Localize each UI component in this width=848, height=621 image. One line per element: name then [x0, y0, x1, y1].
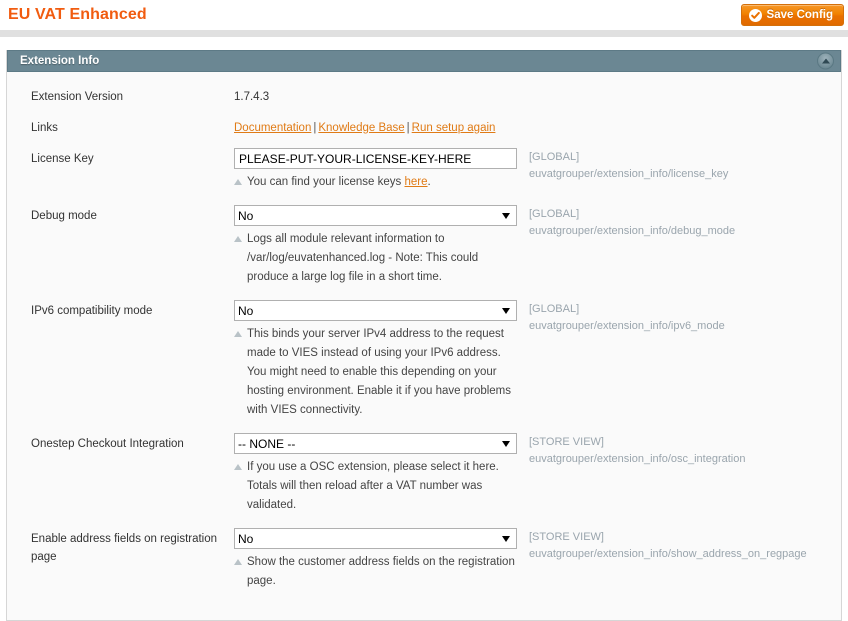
- scope-show-address-on-regpage: [STORE VIEW] euvatgrouper/extension_info…: [517, 528, 841, 563]
- check-circle-icon: [748, 8, 762, 22]
- scope-path-license-key: euvatgrouper/extension_info/license_key: [529, 168, 729, 180]
- link-documentation[interactable]: Documentation: [234, 122, 311, 134]
- scope-ipv6-mode: [GLOBAL] euvatgrouper/extension_info/ipv…: [517, 300, 841, 335]
- scope-links: [517, 117, 841, 118]
- label-osc-integration: Onestep Checkout Integration: [31, 438, 184, 450]
- hint-triangle-icon: [234, 236, 242, 242]
- hint-ipv6-mode: This binds your server IPv4 address to t…: [234, 325, 522, 420]
- save-config-button[interactable]: Save Config: [740, 4, 844, 26]
- hint-osc-integration-text: If you use a OSC extension, please selec…: [247, 461, 499, 511]
- label-show-address-on-regpage: Enable address fields on registration pa…: [31, 533, 218, 563]
- hint-triangle-icon: [234, 331, 242, 337]
- ipv6-mode-select[interactable]: No: [234, 300, 517, 321]
- scope-path-osc-integration: euvatgrouper/extension_info/osc_integrat…: [529, 453, 746, 465]
- osc-integration-select[interactable]: -- NONE --: [234, 433, 517, 454]
- hint-show-address-text: Show the customer address fields on the …: [247, 556, 515, 587]
- show-address-on-regpage-select[interactable]: No: [234, 528, 517, 549]
- osc-integration-select-wrapper: -- NONE --: [234, 433, 517, 454]
- hint-show-address-on-regpage: Show the customer address fields on the …: [234, 553, 522, 591]
- hint-license-key-text-after: .: [427, 176, 431, 188]
- field-row-show-address-on-regpage: Enable address fields on registration pa…: [7, 528, 841, 591]
- page-header: EU VAT Enhanced Save Config: [0, 0, 848, 30]
- chevron-up-glyph: [821, 58, 830, 64]
- field-row-ipv6-mode: IPv6 compatibility mode No This binds yo…: [7, 300, 841, 420]
- scope-license-key: [GLOBAL] euvatgrouper/extension_info/lic…: [517, 148, 841, 183]
- field-row-extension-version: Extension Version 1.7.4.3: [7, 86, 841, 106]
- hint-debug-mode: Logs all module relevant information to …: [234, 230, 522, 287]
- hint-triangle-icon: [234, 179, 242, 185]
- scope-label-ipv6-mode: [GLOBAL]: [529, 303, 580, 315]
- field-row-osc-integration: Onestep Checkout Integration -- NONE -- …: [7, 433, 841, 515]
- header-divider: [0, 30, 848, 37]
- field-row-debug-mode: Debug mode No Logs all module relevant i…: [7, 205, 841, 287]
- debug-mode-select-wrapper: No: [234, 205, 517, 226]
- hint-debug-mode-text: Logs all module relevant information to …: [247, 233, 479, 283]
- scope-path-debug-mode: euvatgrouper/extension_info/debug_mode: [529, 225, 736, 237]
- panel-body: Extension Version 1.7.4.3 Links Document…: [7, 72, 841, 620]
- hint-osc-integration: If you use a OSC extension, please selec…: [234, 458, 522, 515]
- ipv6-mode-select-wrapper: No: [234, 300, 517, 321]
- scope-label-osc-integration: [STORE VIEW]: [529, 436, 604, 448]
- label-debug-mode: Debug mode: [31, 210, 97, 222]
- panel-title: Extension Info: [20, 55, 100, 67]
- scope-path-ipv6-mode: euvatgrouper/extension_info/ipv6_mode: [529, 320, 725, 332]
- chevron-up-icon[interactable]: [817, 52, 834, 70]
- license-key-input[interactable]: [234, 148, 517, 169]
- extension-info-panel: Extension Info Extension Version 1.7.4.3…: [6, 50, 842, 621]
- link-license-keys-here[interactable]: here: [404, 176, 427, 188]
- scope-osc-integration: [STORE VIEW] euvatgrouper/extension_info…: [517, 433, 841, 468]
- value-extension-version: 1.7.4.3: [234, 91, 270, 103]
- scope-debug-mode: [GLOBAL] euvatgrouper/extension_info/deb…: [517, 205, 841, 240]
- label-ipv6-mode: IPv6 compatibility mode: [31, 305, 153, 317]
- page-title: EU VAT Enhanced: [8, 6, 147, 23]
- scope-path-show-address: euvatgrouper/extension_info/show_address…: [529, 548, 807, 560]
- field-row-license-key: License Key You can find your license ke…: [7, 148, 841, 192]
- label-links: Links: [31, 122, 58, 134]
- panel-header[interactable]: Extension Info: [7, 50, 841, 72]
- hint-triangle-icon: [234, 559, 242, 565]
- links-list: Documentation | Knowledge Base | Run setup a…: [234, 117, 517, 137]
- show-address-select-wrapper: No: [234, 528, 517, 549]
- link-knowledge-base[interactable]: Knowledge Base: [318, 122, 404, 134]
- debug-mode-select[interactable]: No: [234, 205, 517, 226]
- save-config-label: Save Config: [766, 9, 833, 21]
- label-extension-version: Extension Version: [31, 91, 124, 103]
- hint-license-key: You can find your license keys here.: [234, 173, 522, 192]
- scope-label-debug-mode: [GLOBAL]: [529, 208, 580, 220]
- field-row-links: Links Documentation | Knowledge Base | Run s…: [7, 117, 841, 137]
- hint-triangle-icon: [234, 464, 242, 470]
- scope-label-license-key: [GLOBAL]: [529, 151, 580, 163]
- label-license-key: License Key: [31, 153, 94, 165]
- hint-ipv6-mode-text: This binds your server IPv4 address to t…: [247, 328, 512, 416]
- link-separator-2: |: [406, 122, 410, 134]
- hint-license-key-text-before: You can find your license keys: [247, 176, 405, 188]
- link-run-setup-again[interactable]: Run setup again: [412, 122, 496, 134]
- scope-label-show-address: [STORE VIEW]: [529, 531, 604, 543]
- scope-extension-version: [517, 86, 841, 87]
